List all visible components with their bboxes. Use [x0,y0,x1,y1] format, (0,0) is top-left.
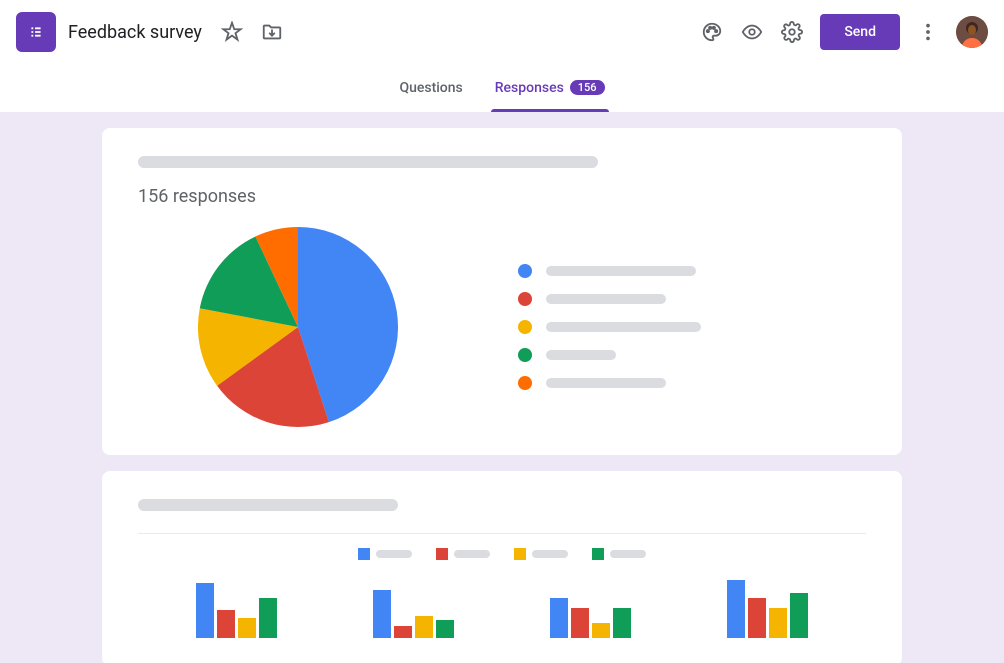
legend-dot [518,264,532,278]
legend-dot [518,348,532,362]
settings-icon[interactable] [772,12,812,52]
legend-dot [518,292,532,306]
legend-swatch [436,548,448,560]
legend-item [518,264,701,278]
tab-responses-label: Responses [495,80,564,96]
content: 156 responses [0,112,1004,663]
star-icon[interactable] [212,12,252,52]
bar [196,583,214,638]
more-icon[interactable] [908,12,948,52]
tab-questions[interactable]: Questions [383,64,478,112]
legend-item [518,292,701,306]
bar [748,598,766,638]
legend-dot [518,376,532,390]
bar [394,626,412,638]
bar [436,620,454,638]
legend-label-placeholder [546,294,666,304]
send-button[interactable]: Send [820,14,900,50]
bar-chart [138,578,866,638]
bar [571,608,589,638]
divider [138,533,866,534]
legend-item [518,320,701,334]
bar-legend [138,548,866,560]
move-to-folder-icon[interactable] [252,12,292,52]
legend-dot [518,320,532,334]
summary-card-bar [102,471,902,663]
bar [727,580,745,638]
question-title-placeholder [138,156,598,168]
bar-legend-item [436,548,490,560]
legend-label-placeholder [546,266,696,276]
legend-item [518,376,701,390]
legend-label-placeholder [610,550,646,558]
question-title-placeholder [138,499,398,511]
bar-group [373,590,454,638]
legend-swatch [514,548,526,560]
bar [373,590,391,638]
tabs: Questions Responses 156 [0,64,1004,112]
responses-count: 156 responses [138,186,866,207]
legend-item [518,348,701,362]
legend-label-placeholder [454,550,490,558]
bar [415,616,433,638]
bar-legend-item [358,548,412,560]
summary-card-pie: 156 responses [102,128,902,455]
legend-swatch [592,548,604,560]
bar-legend-item [514,548,568,560]
bar [769,608,787,638]
avatar[interactable] [956,16,988,48]
responses-badge: 156 [570,80,605,95]
bar-group [550,598,631,638]
legend-label-placeholder [546,322,701,332]
legend-label-placeholder [532,550,568,558]
bar [790,593,808,638]
bar [613,608,631,638]
pie-chart [198,227,398,427]
legend-label-placeholder [546,378,666,388]
preview-icon[interactable] [732,12,772,52]
bar [217,610,235,638]
header: Feedback survey Send [0,0,1004,64]
bar-group [727,580,808,638]
bar-group [196,583,277,638]
legend-label-placeholder [376,550,412,558]
tab-responses[interactable]: Responses 156 [479,64,621,112]
bar [592,623,610,638]
document-title[interactable]: Feedback survey [68,22,202,43]
bar [259,598,277,638]
legend-label-placeholder [546,350,616,360]
pie-legend [518,264,701,390]
legend-swatch [358,548,370,560]
bar [238,618,256,638]
bar-legend-item [592,548,646,560]
forms-logo[interactable] [16,12,56,52]
palette-icon[interactable] [692,12,732,52]
bar [550,598,568,638]
